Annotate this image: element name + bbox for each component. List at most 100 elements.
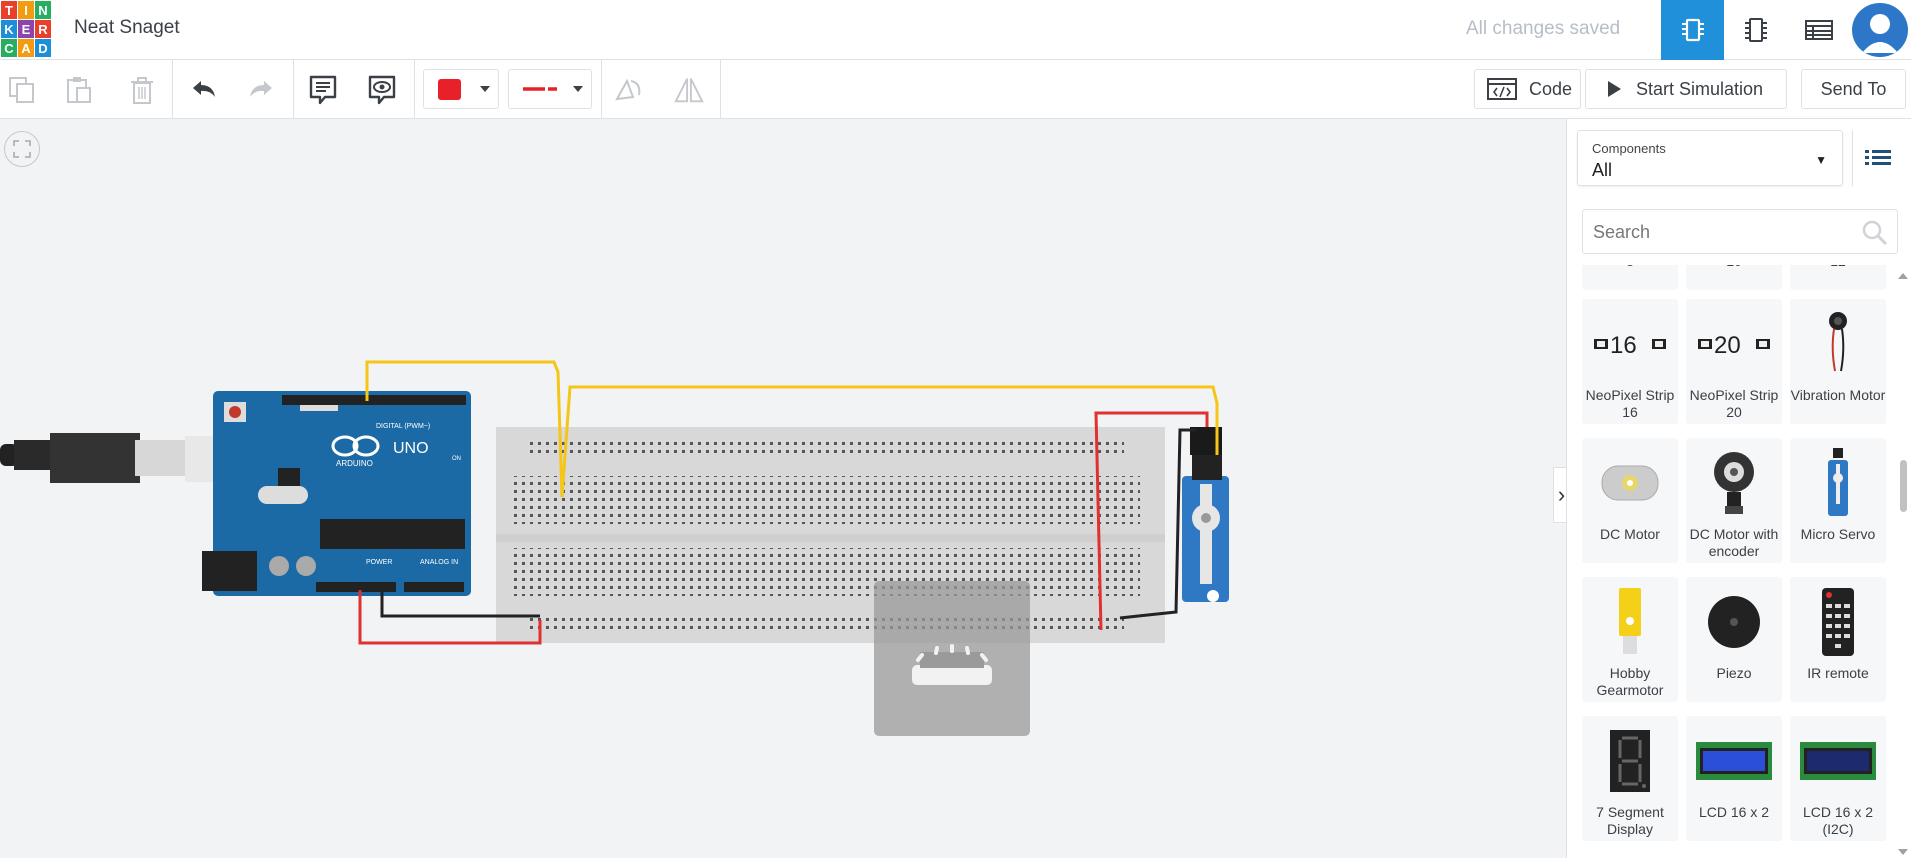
component-tile[interactable]: IR remote [1790, 577, 1886, 702]
power-label: POWER [366, 559, 392, 566]
search-input[interactable] [1593, 218, 1853, 246]
component-tile[interactable]: Micro Servo [1790, 438, 1886, 563]
color-swatch [438, 79, 461, 100]
component-tile[interactable]: LCD 16 x 2 (I2C) [1790, 716, 1886, 841]
circuit-drawing: ARDUINO UNO DIGITAL (PWM~) POWER ANALOG … [0, 360, 1229, 736]
scrollbar-thumb[interactable] [1900, 460, 1907, 512]
dc-motor-icon [1582, 444, 1678, 522]
tinkercad-logo[interactable]: T I N K E R C A D [0, 0, 51, 57]
color-picker-dropdown[interactable] [423, 69, 499, 109]
rotate-button[interactable] [612, 74, 644, 106]
copy-button[interactable] [6, 74, 38, 106]
piezo-icon [1686, 583, 1782, 661]
component-tile[interactable]: 8 [1582, 265, 1678, 290]
component-name: DC Motor [1600, 526, 1660, 542]
start-simulation-button[interactable]: Start Simulation [1585, 69, 1787, 109]
component-name: NeoPixel Strip 16 [1585, 387, 1675, 420]
list-view-button[interactable] [1852, 130, 1902, 186]
logo-letter: R [35, 20, 51, 38]
component-name: 10 [1686, 265, 1782, 270]
chevron-right-icon: › [1557, 482, 1566, 507]
component-tile[interactable]: 16 NeoPixel Strip 16 [1582, 299, 1678, 424]
circuit-view-button[interactable] [1661, 0, 1724, 60]
component-list-view-button[interactable] [1787, 0, 1850, 60]
component-tile[interactable]: LCD 16 x 2 [1686, 716, 1782, 841]
arduino-uno-board[interactable]: ARDUINO UNO DIGITAL (PWM~) POWER ANALOG … [202, 391, 471, 596]
on-label: ON [452, 456, 461, 462]
component-tile[interactable]: Vibration Motor [1790, 299, 1886, 424]
wire-type-dropdown[interactable] [508, 69, 592, 109]
undo-button[interactable] [188, 74, 220, 106]
components-label: Components [1592, 141, 1666, 156]
component-tile[interactable]: 7 Segment Display [1582, 716, 1678, 841]
component-name: LCD 16 x 2 [1698, 804, 1770, 820]
notes-visibility-button[interactable] [366, 74, 398, 106]
save-status: All changes saved [1466, 18, 1621, 39]
hobby-gearmotor-icon [1582, 583, 1678, 661]
rotate-icon [615, 78, 641, 101]
user-avatar[interactable] [1852, 3, 1908, 57]
micro-servo[interactable] [1182, 427, 1229, 602]
neopixel-number: 20 [1714, 332, 1741, 359]
component-tile[interactable]: 20 NeoPixel Strip 20 [1686, 299, 1782, 424]
paste-button[interactable] [63, 74, 95, 106]
dc-motor-encoder-icon [1686, 444, 1782, 522]
component-tile[interactable]: Piezo [1686, 577, 1782, 702]
component-name: IR remote [1807, 665, 1869, 681]
component-name: LCD 16 x 2 (I2C) [1802, 804, 1874, 837]
toolbar-divider [720, 60, 721, 118]
component-name: 12 [1790, 265, 1886, 270]
code-button[interactable]: Code [1474, 69, 1581, 109]
components-dropdown[interactable]: Components All ▼ [1577, 130, 1843, 186]
component-search[interactable] [1582, 209, 1898, 254]
component-name: Vibration Motor [1790, 387, 1886, 403]
board-name: UNO [393, 440, 429, 457]
logo-letter: C [1, 39, 17, 57]
paste-icon [67, 77, 91, 103]
component-name: 8 [1582, 265, 1678, 270]
analog-label: ANALOG IN [420, 559, 458, 566]
trash-drop-zone[interactable] [874, 581, 1030, 736]
toolbar-divider [172, 60, 173, 118]
redo-icon [250, 81, 272, 97]
flip-button[interactable] [673, 74, 705, 106]
breadboard[interactable] [496, 427, 1165, 643]
redo-button[interactable] [245, 74, 277, 106]
digital-label: DIGITAL (PWM~) [376, 423, 430, 430]
logo-letter: A [18, 39, 34, 57]
start-simulation-label: Start Simulation [1636, 78, 1764, 99]
logo-letter: D [35, 39, 51, 57]
send-to-button[interactable]: Send To [1801, 69, 1906, 109]
copy-icon [9, 77, 34, 103]
neopixel-strip-20-icon: 20 [1686, 305, 1782, 383]
list-icon [1864, 150, 1891, 165]
user-icon [1862, 14, 1898, 53]
toolbar-divider [414, 60, 415, 118]
component-name: Micro Servo [1800, 526, 1876, 542]
schematic-view-button[interactable] [1724, 0, 1787, 60]
project-title[interactable]: Neat Snaget [74, 17, 180, 39]
component-tile[interactable]: 10 [1686, 265, 1782, 290]
scroll-up-icon [1898, 273, 1908, 279]
component-name: Hobby Gearmotor [1596, 665, 1664, 698]
logo-letter: K [1, 20, 17, 38]
panel-scrollbar[interactable] [1895, 270, 1911, 858]
component-tile[interactable]: DC Motor [1582, 438, 1678, 563]
logo-letter: N [35, 1, 51, 19]
search-icon [1862, 220, 1888, 246]
vibration-motor-icon [1790, 305, 1886, 383]
delete-button[interactable] [126, 74, 158, 106]
logo-letter: I [18, 1, 34, 19]
toolbar-divider [293, 60, 294, 118]
component-tile[interactable]: Hobby Gearmotor [1582, 577, 1678, 702]
component-name: NeoPixel Strip 20 [1689, 387, 1779, 420]
play-icon [1608, 81, 1621, 97]
component-name: 7 Segment Display [1596, 804, 1664, 837]
components-value: All [1592, 160, 1613, 180]
components-panel: Components All ▼ 8 10 12 16 NeoPixel Str… [1566, 119, 1911, 858]
undo-icon [193, 81, 215, 97]
component-tile[interactable]: 12 [1790, 265, 1886, 290]
component-tile[interactable]: DC Motor with encoder [1686, 438, 1782, 563]
notes-button[interactable] [307, 74, 339, 106]
lcd-icon [1686, 722, 1782, 800]
